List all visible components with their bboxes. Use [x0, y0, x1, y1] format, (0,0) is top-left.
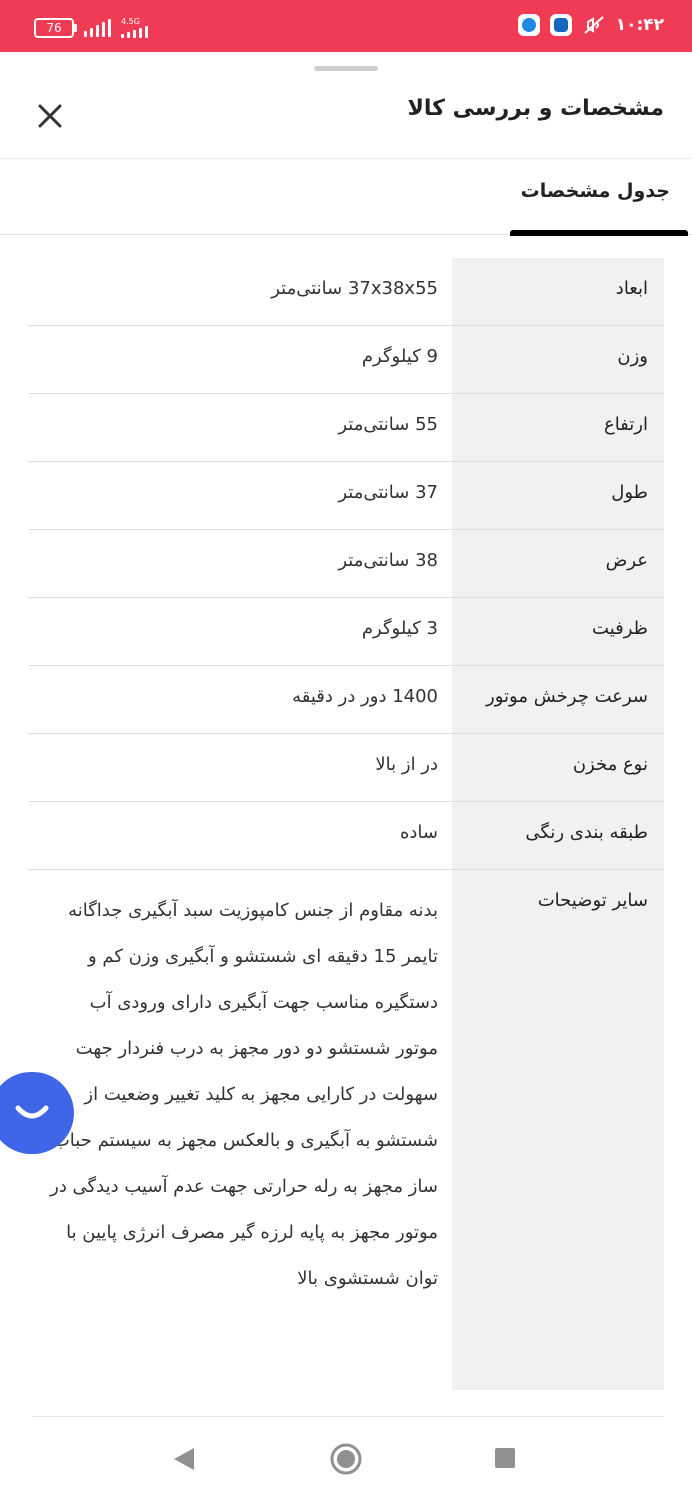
spec-row: طول 37 سانتی‌متر [28, 462, 664, 530]
spec-row: سرعت چرخش موتور 1400 دور در دقیقه [28, 666, 664, 734]
spec-value: 9 کیلوگرم [361, 346, 438, 367]
network-type: 4.5G [121, 17, 140, 26]
spec-value: 55 سانتی‌متر [338, 414, 438, 435]
app-notification-icon [517, 14, 540, 36]
home-icon[interactable] [329, 1442, 363, 1476]
spec-key: وزن [617, 346, 648, 367]
active-tab-indicator [510, 230, 688, 236]
battery-level: 76 [46, 21, 62, 35]
close-icon [38, 104, 62, 128]
signal-icon [84, 19, 111, 37]
spec-value: 1400 دور در دقیقه [292, 686, 438, 707]
spec-key: طول [611, 482, 648, 503]
page-title: مشخصات و بررسی کالا [407, 96, 664, 121]
status-bar-left: 76 4.5G [34, 18, 148, 38]
status-bar: 76 4.5G ۱۰:۴۲ [0, 0, 692, 52]
spec-key: ابعاد [615, 278, 648, 299]
spec-row: عرض 38 سانتی‌متر [28, 530, 664, 598]
spec-value: 3 کیلوگرم [361, 618, 438, 639]
tab-bar: جدول مشخصات [0, 158, 692, 236]
spec-key: ارتفاع [603, 414, 648, 435]
battery-icon: 76 [34, 18, 77, 38]
mute-icon [584, 16, 604, 34]
sheet-drag-handle[interactable] [314, 66, 378, 71]
signal-icon-2 [121, 26, 148, 38]
spec-row: ارتفاع 55 سانتی‌متر [28, 394, 664, 462]
spec-key: طبقه بندی رنگی [525, 822, 648, 843]
status-bar-right: ۱۰:۴۲ [517, 14, 664, 36]
recent-apps-icon[interactable] [495, 1448, 515, 1468]
close-button[interactable] [30, 96, 70, 136]
status-time: ۱۰:۴۲ [615, 15, 664, 35]
tab-specs-table[interactable]: جدول مشخصات [510, 158, 688, 236]
spec-row: نوع مخزن در از بالا [28, 734, 664, 802]
tab-label: جدول مشخصات [520, 180, 670, 202]
network-indicator: 4.5G [121, 18, 148, 38]
sheet-header: مشخصات و بررسی کالا [0, 78, 692, 159]
spec-value: 37 سانتی‌متر [338, 482, 438, 503]
spec-row: وزن 9 کیلوگرم [28, 326, 664, 394]
system-nav-bar [0, 1420, 692, 1500]
spec-key: سایر توضیحات [537, 890, 648, 911]
spec-key: نوع مخزن [572, 754, 648, 775]
spec-value: 38 سانتی‌متر [338, 550, 438, 571]
spec-key: عرض [605, 550, 648, 571]
spec-row: طبقه بندی رنگی ساده [28, 802, 664, 870]
back-icon[interactable] [172, 1446, 196, 1472]
spec-value: ساده [399, 822, 438, 843]
spec-value: در از بالا [375, 754, 438, 775]
spec-key: سرعت چرخش موتور [486, 686, 648, 707]
spec-value: 37x38x55 سانتی‌متر [271, 278, 438, 299]
smile-icon [15, 1105, 49, 1119]
spec-row: ابعاد 37x38x55 سانتی‌متر [28, 258, 664, 326]
spec-key: ظرفیت [592, 618, 648, 639]
table-bottom-divider [32, 1416, 664, 1417]
spec-row: ظرفیت 3 کیلوگرم [28, 598, 664, 666]
spec-description-text: بدنه مقاوم از جنس کامپوزیت سبد آبگیری جد… [50, 900, 438, 1289]
message-notification-icon [549, 14, 572, 36]
spec-row-description: سایر توضیحات بدنه مقاوم از جنس کامپوزیت … [28, 870, 664, 1390]
